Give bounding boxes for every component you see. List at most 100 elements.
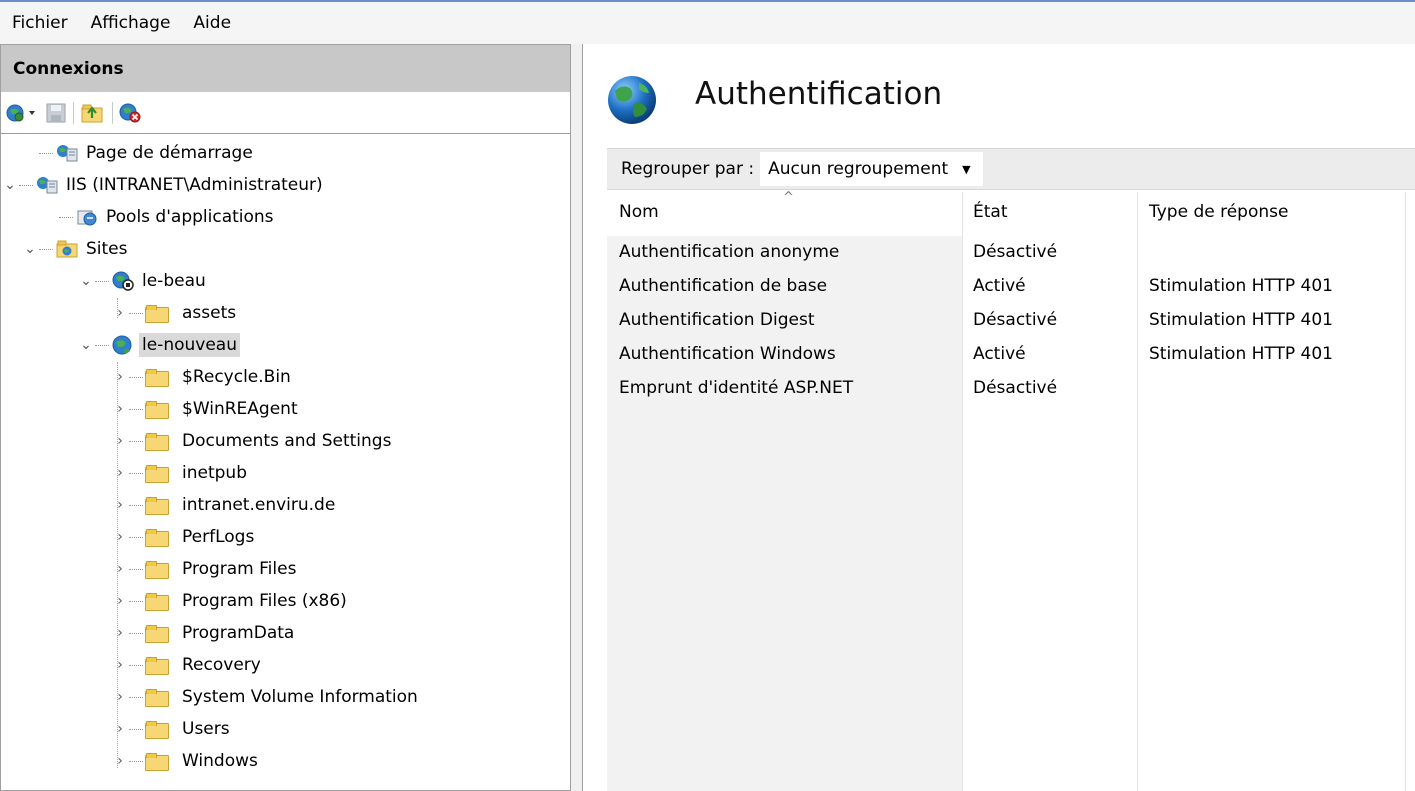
tree-item-site-le-nouveau[interactable]: ⌄ le-nouveau xyxy=(77,330,240,360)
tree-item-folder[interactable]: › Users xyxy=(111,714,233,744)
chevron-right-icon[interactable]: › xyxy=(111,497,129,513)
chevron-right-icon[interactable]: › xyxy=(111,721,129,737)
tree-connector xyxy=(129,696,143,698)
pane-splitter[interactable] xyxy=(571,44,582,791)
folder-icon xyxy=(145,561,175,579)
tree-item-sites[interactable]: ⌄ Sites xyxy=(21,234,131,264)
tree-item-folder[interactable]: › Documents and Settings xyxy=(111,426,394,456)
tree-item-folder[interactable]: › assets xyxy=(111,298,239,328)
table-row[interactable]: Emprunt d'identité ASP.NET Désactivé xyxy=(607,372,1415,406)
tree-item-folder[interactable]: › Program Files xyxy=(111,554,299,584)
cell-nom: Authentification de base xyxy=(619,276,828,296)
tree-item-folder[interactable]: › System Volume Information xyxy=(111,682,421,712)
folder-icon xyxy=(145,657,175,675)
chevron-right-icon[interactable]: › xyxy=(111,593,129,609)
cell-type-reponse: Stimulation HTTP 401 xyxy=(1149,310,1333,330)
folder-icon xyxy=(145,369,175,387)
cell-etat: Désactivé xyxy=(973,310,1058,330)
cell-nom: Emprunt d'identité ASP.NET xyxy=(619,378,854,398)
menu-affichage[interactable]: Affichage xyxy=(91,13,171,33)
group-by-label: Regrouper par : xyxy=(621,159,755,179)
group-by-bar: Regrouper par : Aucun regroupement ▼ xyxy=(607,148,1415,190)
tree-connector xyxy=(129,472,143,474)
tree-item-label: inetpub xyxy=(182,463,247,483)
connect-icon[interactable] xyxy=(5,102,39,124)
tree-item-folder[interactable]: › intranet.enviru.de xyxy=(111,490,338,520)
server-icon xyxy=(35,175,59,195)
chevron-right-icon[interactable]: › xyxy=(111,529,129,545)
tree-connector xyxy=(129,536,143,538)
tree-connector xyxy=(129,664,143,666)
tree-connector xyxy=(129,760,143,762)
table-row[interactable]: Authentification anonyme Désactivé xyxy=(607,236,1415,270)
connections-tree: Page de démarrage ⌄ IIS (INTRANET\Administ… xyxy=(1,134,570,771)
tree-guide-line xyxy=(117,362,118,768)
tree-item-label: Recovery xyxy=(182,655,261,675)
menu-aide[interactable]: Aide xyxy=(193,13,231,33)
chevron-right-icon[interactable]: › xyxy=(111,625,129,641)
site-stopped-icon xyxy=(111,270,135,292)
tree-item-start-page[interactable]: Page de démarrage xyxy=(21,138,256,168)
tree-item-label: assets xyxy=(182,303,237,323)
table-row[interactable]: Authentification Digest Désactivé Stimulat… xyxy=(607,304,1415,338)
tree-connector xyxy=(129,600,143,602)
chevron-right-icon[interactable]: › xyxy=(111,561,129,577)
tree-item-label: IIS (INTRANET\Administrateur) xyxy=(66,175,323,195)
tree-item-label: Page de démarrage xyxy=(86,143,253,163)
connections-pane: Connexions Page de démarrage ⌄ IIS (INTR… xyxy=(0,44,571,791)
tree-item-folder[interactable]: › Program Files (x86) xyxy=(111,586,350,616)
disconnect-icon[interactable] xyxy=(119,102,143,124)
chevron-right-icon[interactable]: › xyxy=(111,369,129,385)
tree-item-server[interactable]: ⌄ IIS (INTRANET\Administrateur) xyxy=(1,170,326,200)
tree-item-folder[interactable]: › Recovery xyxy=(111,650,264,680)
tree-connector xyxy=(95,280,109,282)
chevron-down-icon[interactable]: ⌄ xyxy=(77,337,95,353)
folder-icon xyxy=(145,465,175,483)
column-header-nom[interactable]: Nom xyxy=(619,202,659,222)
save-icon[interactable] xyxy=(45,102,67,124)
tree-connector xyxy=(129,632,143,634)
group-by-dropdown[interactable]: Aucun regroupement ▼ xyxy=(760,152,983,186)
chevron-right-icon[interactable]: › xyxy=(111,657,129,673)
tree-item-folder[interactable]: › ProgramData xyxy=(111,618,297,648)
column-header-type-reponse[interactable]: Type de réponse xyxy=(1149,202,1288,222)
chevron-right-icon[interactable]: › xyxy=(111,305,129,321)
chevron-right-icon[interactable]: › xyxy=(111,401,129,417)
chevron-right-icon[interactable]: › xyxy=(111,465,129,481)
toolbar-separator xyxy=(112,101,113,124)
chevron-right-icon[interactable]: › xyxy=(111,433,129,449)
tree-item-folder[interactable]: › inetpub xyxy=(111,458,250,488)
chevron-down-icon[interactable]: ⌄ xyxy=(77,273,95,289)
tree-guide-line xyxy=(117,298,118,318)
tree-item-folder[interactable]: › $WinREAgent xyxy=(111,394,301,424)
up-folder-icon[interactable] xyxy=(80,102,106,124)
chevron-down-icon[interactable]: ⌄ xyxy=(1,177,19,193)
table-row[interactable]: Authentification de base Activé Stimulatio… xyxy=(607,270,1415,304)
connections-toolbar xyxy=(1,92,570,134)
tree-connector xyxy=(19,184,33,186)
tree-item-folder[interactable]: › Windows xyxy=(111,746,261,776)
app-pool-icon xyxy=(75,207,99,227)
cell-etat: Activé xyxy=(973,344,1026,364)
menu-bar: Fichier Affichage Aide xyxy=(0,2,1415,44)
tree-connector xyxy=(129,440,143,442)
column-header-etat[interactable]: État xyxy=(973,202,1008,222)
tree-connector xyxy=(129,504,143,506)
chevron-right-icon[interactable]: › xyxy=(111,753,129,769)
tree-item-app-pools[interactable]: Pools d'applications xyxy=(41,202,277,232)
chevron-down-icon: ▼ xyxy=(962,162,971,176)
tree-item-folder[interactable]: › $Recycle.Bin xyxy=(111,362,294,392)
table-row[interactable]: Authentification Windows Activé Stimulatio… xyxy=(607,338,1415,372)
tree-item-site-le-beau[interactable]: ⌄ le-beau xyxy=(77,266,209,296)
cell-nom: Authentification anonyme xyxy=(619,242,840,262)
tree-item-label: System Volume Information xyxy=(182,687,418,707)
tree-connector xyxy=(129,568,143,570)
cell-nom: Authentification Windows xyxy=(619,344,836,364)
menu-fichier[interactable]: Fichier xyxy=(12,13,68,33)
chevron-right-icon[interactable]: › xyxy=(111,689,129,705)
tree-item-label: le-nouveau xyxy=(139,333,240,357)
chevron-down-icon[interactable]: ⌄ xyxy=(21,241,39,257)
tree-connector xyxy=(39,152,53,154)
tree-item-folder[interactable]: › PerfLogs xyxy=(111,522,257,552)
toolbar-separator xyxy=(73,101,74,124)
